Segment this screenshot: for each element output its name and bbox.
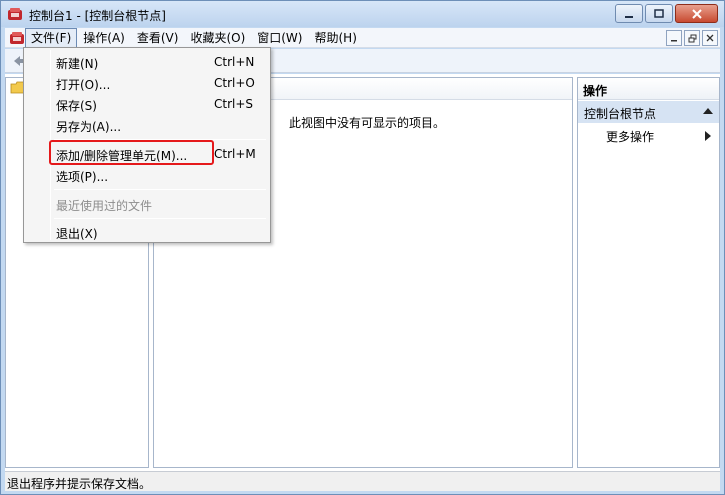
child-window-controls xyxy=(664,30,718,46)
minimize-icon xyxy=(671,40,677,42)
console-menu-icon[interactable] xyxy=(9,30,25,46)
maximize-button[interactable] xyxy=(645,4,673,23)
actions-title: 操作 xyxy=(578,78,719,100)
status-bar: 退出程序并提示保存文档。 xyxy=(5,471,720,491)
actions-pane: 操作 控制台根节点 更多操作 xyxy=(577,77,720,468)
window-title: 控制台1 - [控制台根节点] xyxy=(29,9,166,23)
more-actions-item[interactable]: 更多操作 xyxy=(578,125,719,145)
maximize-icon xyxy=(654,8,664,18)
close-button[interactable] xyxy=(675,4,718,23)
status-text: 退出程序并提示保存文档。 xyxy=(7,477,152,491)
menu-bar: 文件(F) 操作(A) 查看(V) 收藏夹(O) 窗口(W) 帮助(H) xyxy=(5,28,720,48)
menu-separator xyxy=(54,189,266,190)
title-bar[interactable]: 控制台1 - [控制台根节点] xyxy=(1,1,724,27)
menu-item-open[interactable]: 打开(O)... Ctrl+O xyxy=(26,73,268,93)
file-menu-dropdown: 新建(N) Ctrl+N 打开(O)... Ctrl+O 保存(S) Ctrl+… xyxy=(23,47,271,243)
menu-view[interactable]: 查看(V) xyxy=(131,28,185,48)
menu-help[interactable]: 帮助(H) xyxy=(308,28,362,48)
actions-section-label: 控制台根节点 xyxy=(584,107,657,121)
menu-item-exit[interactable]: 退出(X) xyxy=(26,222,268,242)
child-restore-button[interactable] xyxy=(684,30,700,46)
highlight-annotation-box xyxy=(49,140,214,165)
menu-window[interactable]: 窗口(W) xyxy=(251,28,308,48)
mmc-window: 控制台1 - [控制台根节点] 文件(F) 操作(A) 查看(V) 收藏夹(O)… xyxy=(0,0,725,495)
submenu-arrow-icon xyxy=(705,131,711,141)
close-icon xyxy=(691,8,702,19)
menu-item-recent-files: 最近使用过的文件 xyxy=(56,199,153,213)
actions-section-header[interactable]: 控制台根节点 xyxy=(578,101,719,123)
minimize-icon xyxy=(625,15,633,18)
empty-view-message: 此视图中没有可显示的项目。 xyxy=(289,116,446,130)
minimize-button[interactable] xyxy=(615,4,643,23)
child-close-button[interactable] xyxy=(702,30,718,46)
child-minimize-button[interactable] xyxy=(666,30,682,46)
restore-icon xyxy=(688,34,696,42)
console-app-icon[interactable] xyxy=(7,6,23,22)
menu-item-save[interactable]: 保存(S) Ctrl+S xyxy=(26,94,268,114)
window-controls xyxy=(613,4,718,24)
menu-item-options[interactable]: 选项(P)... xyxy=(26,165,268,185)
menu-favorites[interactable]: 收藏夹(O) xyxy=(184,28,251,48)
menu-item-new[interactable]: 新建(N) Ctrl+N xyxy=(26,52,268,72)
close-icon xyxy=(706,34,714,42)
more-actions-label: 更多操作 xyxy=(606,130,655,144)
menu-action[interactable]: 操作(A) xyxy=(77,28,131,48)
menu-separator xyxy=(54,218,266,219)
collapse-arrow-icon[interactable] xyxy=(703,108,713,114)
menu-item-save-as[interactable]: 另存为(A)... xyxy=(26,115,268,135)
menu-file[interactable]: 文件(F) xyxy=(25,28,78,48)
